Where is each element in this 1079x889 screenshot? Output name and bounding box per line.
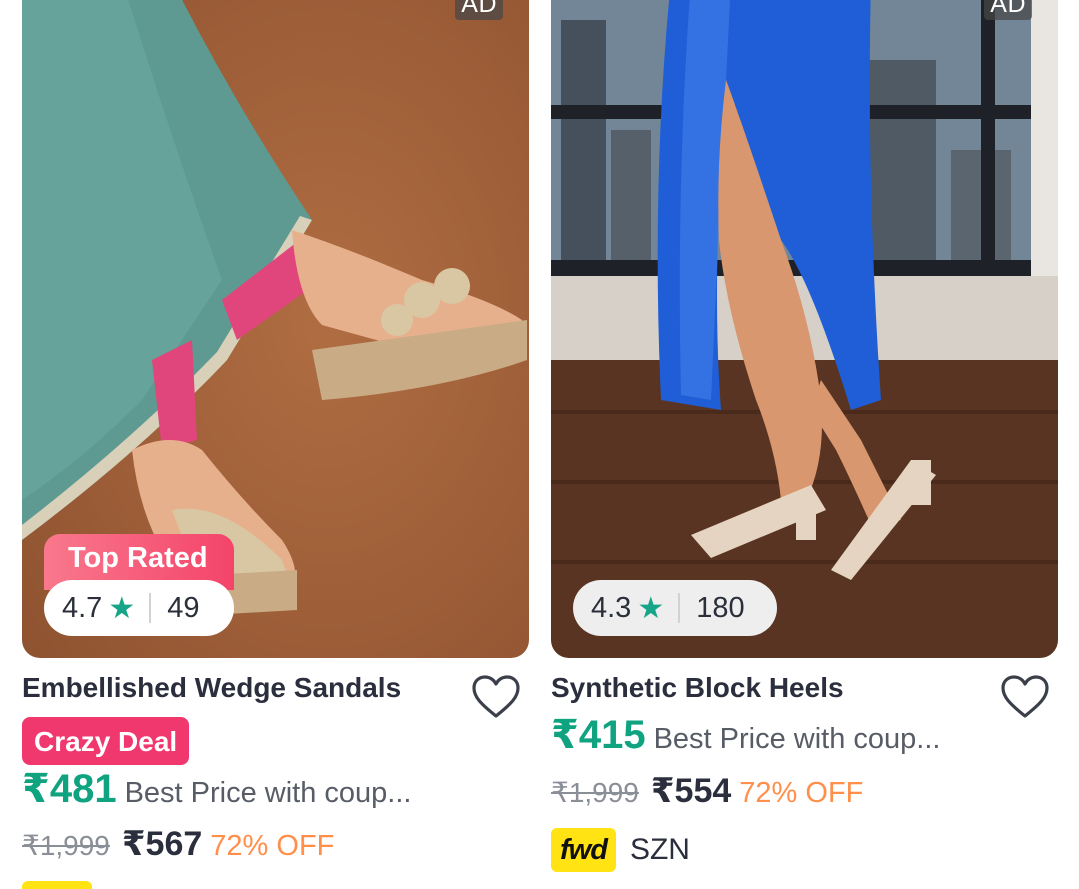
rating-value: 4.7 [62, 591, 103, 624]
rating-value: 4.3 [591, 591, 632, 624]
product-card-synthetic-block-heels[interactable]: AD 4.3 ★ 180 Synthetic Block Heels ₹415 … [551, 0, 1058, 889]
star-icon: ★ [637, 591, 665, 625]
wishlist-heart-icon[interactable] [1000, 674, 1050, 720]
rating-pill: 4.3 ★ 180 [573, 580, 777, 636]
fwd-badge: fwd [551, 828, 616, 872]
wishlist-heart-icon[interactable] [471, 674, 521, 720]
sale-price: ₹567 [121, 825, 203, 863]
best-price: ₹415 [551, 713, 646, 757]
ad-badge: AD [455, 0, 503, 20]
best-price-row: ₹481 Best Price with coup... [22, 766, 411, 812]
rating-divider [149, 593, 152, 623]
mrp-price: ₹1,999 [551, 777, 639, 808]
product-title[interactable]: Synthetic Block Heels [551, 672, 844, 704]
sale-price: ₹554 [650, 772, 732, 810]
brand-row: fwd SZN [551, 828, 690, 872]
coupon-text: Best Price with coup... [124, 777, 412, 809]
crazy-deal-badge: Crazy Deal [22, 717, 190, 765]
star-icon: ★ [108, 591, 136, 625]
rating-divider [678, 593, 681, 623]
discount-label: 72% OFF [210, 830, 335, 862]
mrp-row: ₹1,999 ₹567 72% OFF [22, 824, 334, 864]
brand-name[interactable]: SZN [630, 833, 690, 867]
mrp-row: ₹1,999 ₹554 72% OFF [551, 771, 863, 811]
mrp-price: ₹1,999 [22, 830, 110, 861]
rating-count: 180 [696, 591, 745, 624]
product-card-embellished-wedge-sandals[interactable]: AD Top Rated 4.7 ★ 49 Embellished Wedge … [22, 0, 529, 889]
brand-badge-partial [22, 881, 92, 889]
best-price: ₹481 [22, 767, 117, 811]
product-image[interactable]: AD [551, 0, 1058, 658]
rating-pill: 4.7 ★ 49 [44, 580, 234, 636]
ad-badge: AD [984, 0, 1032, 20]
coupon-text: Best Price with coup... [653, 723, 941, 755]
discount-label: 72% OFF [739, 777, 864, 809]
best-price-row: ₹415 Best Price with coup... [551, 712, 940, 758]
block-heels-photo [551, 0, 1058, 658]
rating-count: 49 [167, 591, 200, 624]
product-title[interactable]: Embellished Wedge Sandals [22, 672, 401, 704]
